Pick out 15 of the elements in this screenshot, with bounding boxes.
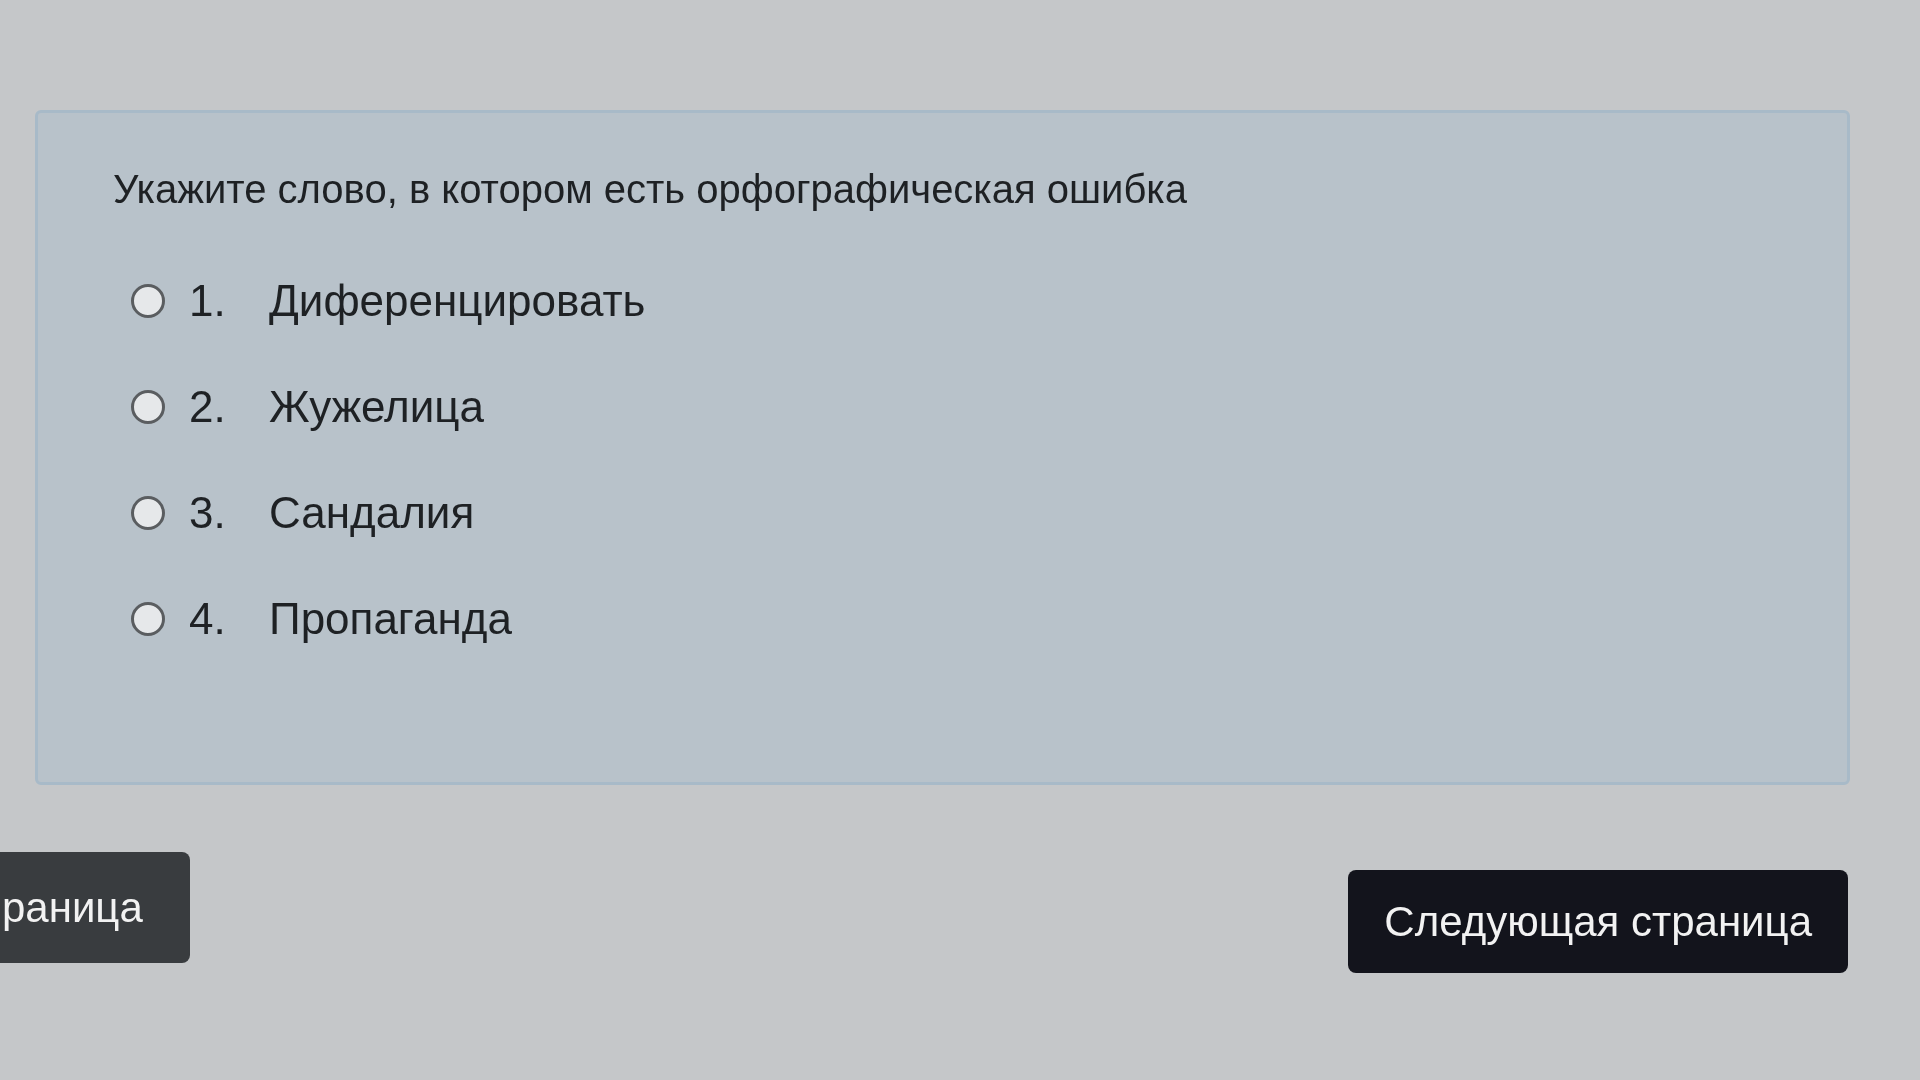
previous-page-button[interactable]: раница: [0, 852, 190, 963]
option-number: 2.: [189, 381, 227, 433]
option-label: Диференцировать: [269, 275, 646, 327]
option-number: 1.: [189, 275, 227, 327]
radio-button[interactable]: [131, 496, 165, 530]
radio-button[interactable]: [131, 602, 165, 636]
next-page-button[interactable]: Следующая страница: [1348, 870, 1848, 973]
option-label: Пропаганда: [269, 593, 512, 645]
radio-button[interactable]: [131, 390, 165, 424]
option-number: 3.: [189, 487, 227, 539]
question-text: Укажите слово, в котором есть орфографическая ошибка: [113, 166, 1188, 213]
option-number: 4.: [189, 593, 227, 645]
option-label: Сандалия: [269, 487, 475, 539]
radio-button[interactable]: [131, 284, 165, 318]
option-label: Жужелица: [269, 381, 484, 433]
